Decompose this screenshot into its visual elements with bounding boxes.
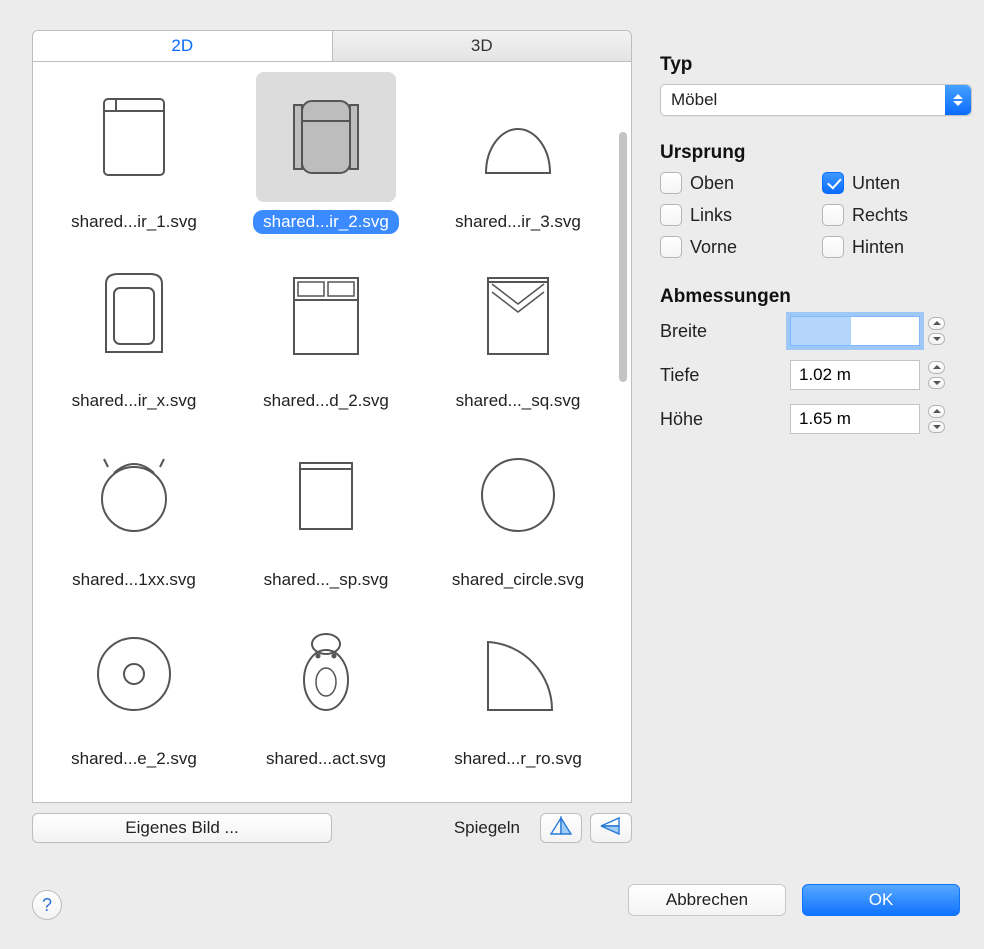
shapes-grid: shared...ir_1.svgshared...ir_2.svgshared… [32, 61, 632, 803]
scrollbar[interactable] [617, 72, 629, 792]
tab-2d[interactable]: 2D [33, 31, 332, 61]
tab-3d[interactable]: 3D [332, 31, 632, 61]
stepper-down-icon[interactable] [928, 421, 945, 434]
origin-label: Oben [690, 173, 734, 194]
shape-item[interactable] [43, 788, 225, 803]
type-title: Typ [660, 54, 960, 76]
origin-title: Ursprung [660, 142, 960, 164]
origin-label: Hinten [852, 237, 904, 258]
mirror-horizontal-icon [549, 816, 573, 841]
stepper-down-icon[interactable] [928, 333, 945, 346]
shape-thumbnail [448, 72, 588, 202]
dimension-input-breite[interactable] [790, 316, 920, 346]
shape-item[interactable]: shared...e_2.svg [43, 609, 225, 784]
origin-checkbox-rechts[interactable]: Rechts [822, 204, 932, 226]
dimension-label-tiefe: Tiefe [660, 365, 790, 386]
stepper-up-icon[interactable] [928, 317, 945, 330]
help-icon: ? [42, 895, 52, 916]
mirror-vertical-icon [599, 816, 623, 841]
checkbox-icon [660, 204, 682, 226]
origin-label: Rechts [852, 205, 908, 226]
dimension-stepper-breite[interactable] [928, 317, 946, 345]
shape-thumbnail [256, 72, 396, 202]
shape-item[interactable]: shared...1xx.svg [43, 430, 225, 605]
origin-checkbox-hinten[interactable]: Hinten [822, 236, 932, 258]
shape-filename: shared_circle.svg [442, 568, 594, 592]
shape-thumbnail [64, 251, 204, 381]
dimension-input-hoehe[interactable] [790, 404, 920, 434]
dimension-label-breite: Breite [660, 321, 790, 342]
shape-item[interactable]: shared...d_2.svg [235, 251, 417, 426]
shape-thumbnail [256, 609, 396, 739]
origin-label: Vorne [690, 237, 737, 258]
shape-item[interactable]: shared..._sq.svg [427, 251, 609, 426]
shape-filename: shared...1xx.svg [62, 568, 206, 592]
origin-checkbox-vorne[interactable]: Vorne [660, 236, 770, 258]
mirror-horizontal-button[interactable] [540, 813, 582, 843]
checkbox-icon [822, 204, 844, 226]
shape-item[interactable]: shared_circle.svg [427, 430, 609, 605]
ok-button[interactable]: OK [802, 884, 960, 916]
shape-thumbnail [256, 251, 396, 381]
shape-filename: shared...ir_x.svg [62, 389, 207, 413]
shape-item[interactable] [235, 788, 417, 803]
checkbox-icon [660, 236, 682, 258]
checkbox-icon [822, 172, 844, 194]
shape-item[interactable] [427, 788, 609, 803]
shape-thumbnail [64, 609, 204, 739]
shape-item[interactable]: shared...ir_3.svg [427, 72, 609, 247]
shape-thumbnail [448, 430, 588, 560]
dimensions-title: Abmessungen [660, 286, 960, 308]
checkbox-icon [822, 236, 844, 258]
shape-thumbnail [64, 430, 204, 560]
shape-filename: shared...d_2.svg [253, 389, 399, 413]
shape-thumbnail [448, 609, 588, 739]
shape-thumbnail [448, 251, 588, 381]
origin-label: Links [690, 205, 732, 226]
mirror-vertical-button[interactable] [590, 813, 632, 843]
shape-item[interactable]: shared..._sp.svg [235, 430, 417, 605]
stepper-down-icon[interactable] [928, 377, 945, 390]
help-button[interactable]: ? [32, 890, 62, 920]
origin-checkbox-oben[interactable]: Oben [660, 172, 770, 194]
shape-filename: shared...ir_2.svg [253, 210, 399, 234]
dimension-input-tiefe[interactable] [790, 360, 920, 390]
checkbox-icon [660, 172, 682, 194]
stepper-up-icon[interactable] [928, 405, 945, 418]
cancel-button[interactable]: Abbrechen [628, 884, 786, 916]
shape-filename: shared..._sq.svg [446, 389, 591, 413]
origin-checkbox-unten[interactable]: Unten [822, 172, 932, 194]
shape-thumbnail [64, 788, 204, 803]
shape-filename: shared...ir_1.svg [61, 210, 207, 234]
mirror-label: Spiegeln [454, 818, 520, 838]
shape-item[interactable]: shared...ir_1.svg [43, 72, 225, 247]
dimension-label-hoehe: Höhe [660, 409, 790, 430]
shape-thumbnail [256, 430, 396, 560]
type-select-value: Möbel [671, 90, 717, 110]
type-select[interactable]: Möbel [660, 84, 972, 116]
shape-item[interactable]: shared...r_ro.svg [427, 609, 609, 784]
origin-checkbox-links[interactable]: Links [660, 204, 770, 226]
dimension-stepper-tiefe[interactable] [928, 361, 946, 389]
dimension-stepper-hoehe[interactable] [928, 405, 946, 433]
shape-item[interactable]: shared...ir_2.svg [235, 72, 417, 247]
tab-bar: 2D 3D [32, 30, 632, 61]
shape-thumbnail [256, 788, 396, 803]
shape-thumbnail [64, 72, 204, 202]
shape-thumbnail [448, 788, 588, 803]
own-image-button[interactable]: Eigenes Bild ... [32, 813, 332, 843]
shape-item[interactable]: shared...ir_x.svg [43, 251, 225, 426]
scrollbar-thumb[interactable] [619, 132, 627, 382]
origin-label: Unten [852, 173, 900, 194]
shape-filename: shared..._sp.svg [254, 568, 399, 592]
shape-item[interactable]: shared...act.svg [235, 609, 417, 784]
select-caret-icon [945, 85, 971, 115]
shape-filename: shared...ir_3.svg [445, 210, 591, 234]
stepper-up-icon[interactable] [928, 361, 945, 374]
